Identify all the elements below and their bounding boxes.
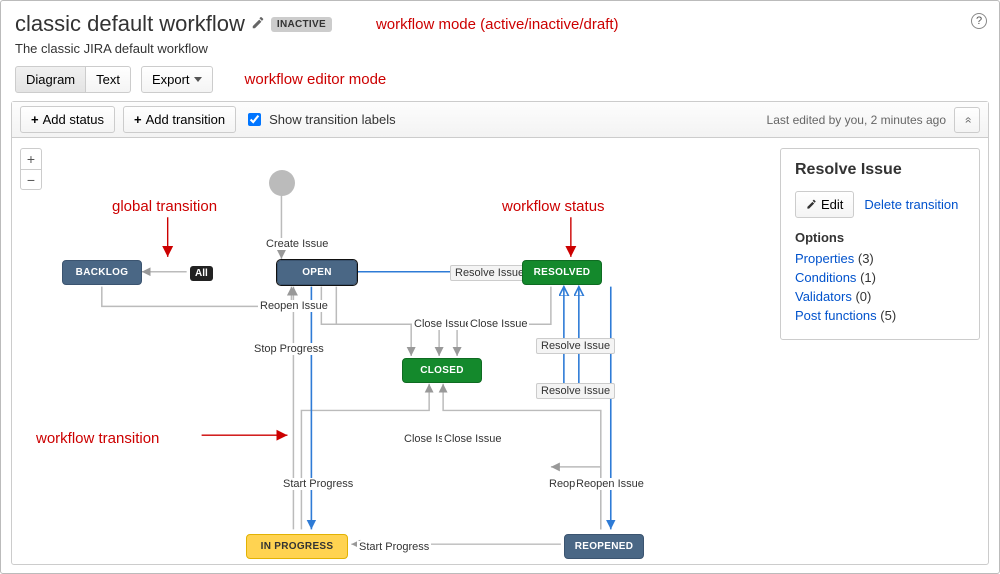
- trans-close-4: Close Issue: [442, 433, 503, 445]
- status-node-in-progress[interactable]: IN PROGRESS: [246, 534, 348, 559]
- diagram-panel: +Add status +Add transition Show transit…: [11, 101, 989, 565]
- annotation-editor-mode: workflow editor mode: [245, 71, 387, 88]
- annotation-workflow-status: workflow status: [502, 198, 605, 215]
- caret-down-icon: [194, 77, 202, 82]
- trans-resolve-3: Resolve Issue: [536, 383, 615, 399]
- collapse-panel-button[interactable]: »: [954, 107, 980, 133]
- trans-reopen-2: Reopen Issue: [574, 478, 646, 490]
- annotation-global-transition: global transition: [112, 198, 217, 215]
- options-heading: Options: [795, 230, 965, 245]
- export-button[interactable]: Export: [141, 66, 213, 93]
- trans-reopen-1: Reopen Issue: [258, 300, 330, 312]
- tab-diagram[interactable]: Diagram: [15, 66, 86, 93]
- trans-create-issue: Create Issue: [264, 238, 330, 250]
- tab-text[interactable]: Text: [86, 66, 131, 93]
- show-labels-input[interactable]: [248, 113, 261, 126]
- workflow-description: The classic JIRA default workflow: [15, 41, 985, 56]
- view-mode-segmented: Diagram Text: [15, 66, 131, 93]
- panel-title: Resolve Issue: [795, 161, 965, 179]
- annotation-workflow-transition: workflow transition: [36, 430, 159, 447]
- trans-resolve-1: Resolve Issue: [450, 265, 529, 281]
- page-header: classic default workflow INACTIVE workfl…: [1, 1, 999, 62]
- trans-start-progress-2: Start Progress: [357, 541, 431, 553]
- trans-stop-progress: Stop Progress: [252, 343, 326, 355]
- status-node-closed[interactable]: CLOSED: [402, 358, 482, 383]
- help-icon[interactable]: ?: [971, 13, 987, 29]
- editor-toolbar: Diagram Text Export workflow editor mode: [1, 62, 999, 103]
- workflow-editor-page: ? classic default workflow INACTIVE work…: [0, 0, 1000, 574]
- trans-resolve-2: Resolve Issue: [536, 338, 615, 354]
- action-bar: +Add status +Add transition Show transit…: [12, 102, 988, 138]
- trans-start-progress-1: Start Progress: [281, 478, 355, 490]
- start-node[interactable]: [269, 170, 295, 196]
- add-status-button[interactable]: +Add status: [20, 106, 115, 133]
- opt-conditions[interactable]: Conditions: [795, 270, 856, 285]
- trans-reop-short: Reop: [547, 478, 577, 490]
- status-node-reopened[interactable]: REOPENED: [564, 534, 644, 559]
- workflow-mode-lozenge: INACTIVE: [271, 17, 332, 32]
- status-node-resolved[interactable]: RESOLVED: [522, 260, 602, 285]
- status-node-backlog[interactable]: BACKLOG: [62, 260, 142, 285]
- options-list: Properties (3) Conditions (1) Validators…: [795, 251, 965, 323]
- edit-transition-button[interactable]: Edit: [795, 191, 854, 218]
- last-edited-text: Last edited by you, 2 minutes ago: [767, 113, 946, 127]
- opt-postfunctions[interactable]: Post functions: [795, 308, 877, 323]
- global-transition-all[interactable]: All: [190, 266, 213, 281]
- workflow-title: classic default workflow: [15, 11, 245, 37]
- delete-transition-link[interactable]: Delete transition: [864, 197, 958, 212]
- opt-properties[interactable]: Properties: [795, 251, 854, 266]
- transition-details-panel: Resolve Issue Edit Delete transition Opt…: [780, 148, 980, 340]
- annotation-mode: workflow mode (active/inactive/draft): [376, 16, 619, 33]
- add-transition-button[interactable]: +Add transition: [123, 106, 236, 133]
- opt-validators[interactable]: Validators: [795, 289, 852, 304]
- edit-title-icon[interactable]: [251, 16, 265, 33]
- show-transition-labels-checkbox[interactable]: Show transition labels: [244, 110, 395, 129]
- trans-close-2: Close Issue: [468, 318, 529, 330]
- status-node-open[interactable]: OPEN: [277, 260, 357, 285]
- trans-close-1: Close Issue: [412, 318, 473, 330]
